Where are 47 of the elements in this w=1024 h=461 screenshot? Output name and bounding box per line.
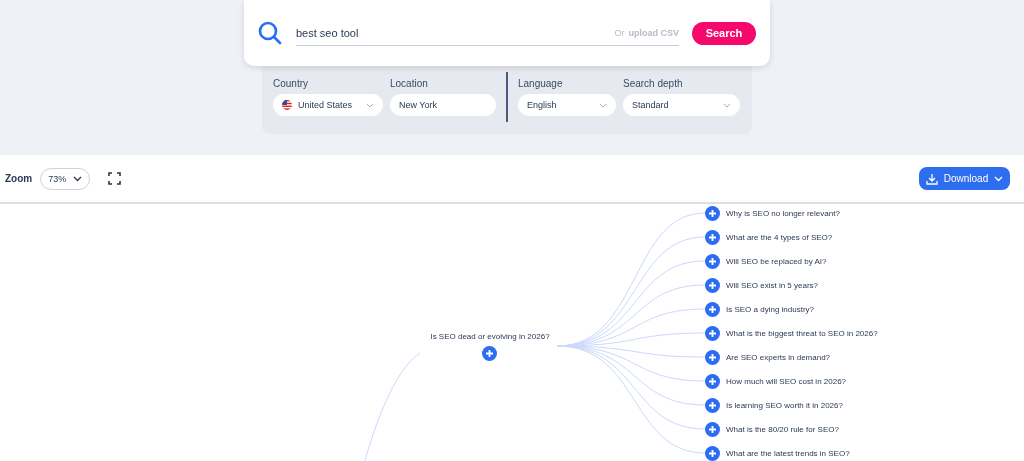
chevron-down-icon [73, 175, 83, 182]
download-icon [925, 172, 938, 185]
node-label: What are the 4 types of SEO? [726, 232, 833, 242]
zoom-dropdown[interactable]: 73% [40, 167, 91, 190]
node-label: Is SEO dead or evolving in 2026? [429, 332, 551, 341]
dropdown[interactable]: English [518, 94, 616, 116]
expand-icon[interactable] [705, 397, 720, 413]
field-label: Language [518, 78, 564, 89]
expand-icon[interactable] [705, 325, 720, 341]
location-field[interactable]: New York [390, 94, 496, 116]
node-label: Will SEO be replaced by AI? [726, 256, 827, 266]
expand-icon[interactable] [705, 253, 720, 269]
expand-icon[interactable] [705, 445, 720, 461]
search-field[interactable]: best seo tool Or upload CSV [296, 20, 679, 46]
chevron-down-icon [994, 175, 1004, 182]
fullscreen-icon[interactable] [108, 172, 122, 185]
node-label: Is SEO a dying industry? [726, 304, 815, 314]
node-label: Will SEO exist in 5 years? [726, 280, 819, 290]
expand-icon[interactable] [705, 229, 720, 245]
expand-icon[interactable] [705, 349, 720, 365]
node-label: Is learning SEO worth it in 2026? [726, 400, 843, 410]
flag-icon [282, 100, 292, 110]
chevron-down-icon [599, 102, 607, 108]
chevron-down-icon [366, 102, 374, 108]
zoom-label: Zoom [5, 173, 33, 184]
or-text: Or [614, 27, 625, 38]
expand-icon[interactable] [705, 421, 720, 437]
dropdown[interactable]: United States [273, 94, 383, 116]
field-label: Location [390, 78, 429, 89]
dropdown[interactable]: Standard [623, 94, 740, 116]
node-label: How much will SEO cost in 2026? [726, 376, 847, 386]
expand-icon[interactable] [705, 277, 720, 293]
chevron-down-icon [723, 102, 731, 108]
node-label: What is the biggest threat to SEO in 2026? [726, 328, 878, 338]
search-button[interactable]: Search [692, 21, 756, 45]
expand-icon[interactable] [705, 373, 720, 389]
download-button[interactable]: Download [919, 167, 1010, 190]
search-icon [258, 21, 282, 45]
expand-icon[interactable] [705, 205, 720, 221]
node-label: What is the 80/20 rule for SEO? [726, 424, 839, 434]
node-label: What are the latest trends in SEO? [726, 448, 850, 458]
field-label: Search depth [623, 78, 684, 89]
node-label: Why is SEO no longer relevant? [726, 208, 840, 218]
expand-icon[interactable] [482, 346, 497, 361]
expand-icon[interactable] [705, 301, 720, 317]
node-label: Are SEO experts in demand? [726, 352, 831, 362]
field-label: Country [273, 78, 309, 89]
